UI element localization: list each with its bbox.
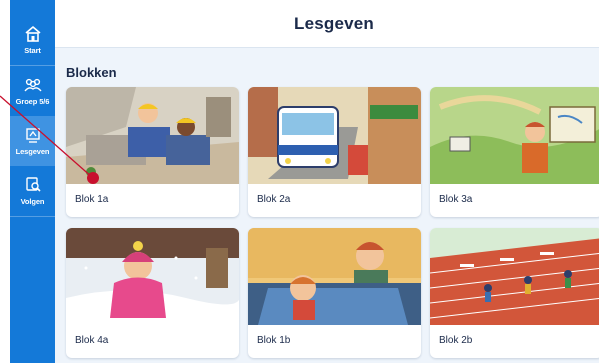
snow-child-illustration [66, 228, 239, 325]
group-icon [23, 78, 42, 92]
card-blok-3a[interactable]: Blok 3a [430, 87, 599, 217]
card-blok-2b[interactable]: Blok 2b [430, 228, 599, 358]
card-blok-2a[interactable]: Blok 2a [248, 87, 421, 217]
construction-workers-illustration [66, 87, 239, 184]
sidebar-item-label: Start [24, 46, 41, 55]
left-gutter [0, 0, 10, 363]
tram-street-illustration [248, 87, 421, 184]
track-icon [25, 177, 41, 192]
card-label: Blok 1b [257, 335, 291, 346]
sidebar-item-start[interactable]: Start [10, 15, 55, 65]
card-blok-4a[interactable]: Blok 4a [66, 228, 239, 358]
card-label: Blok 2b [439, 335, 473, 346]
sidebar-item-volgen[interactable]: Volgen [10, 166, 55, 216]
sidebar-item-groep[interactable]: Groep 5/6 [10, 66, 55, 116]
teach-icon [25, 128, 40, 143]
card-blok-1a[interactable]: Blok 1a [66, 87, 239, 217]
boy-in-car-illustration [248, 228, 421, 325]
home-icon [24, 26, 41, 42]
section-title: Blokken [66, 65, 117, 80]
sidebar-item-lesgeven[interactable]: Lesgeven [10, 116, 55, 166]
main-content: Lesgeven Blokken Blok 1a Blok 2a Blok 3a… [55, 0, 599, 363]
sidebar: Start Groep 5/6 Lesgeven Volgen [10, 0, 55, 363]
page-title: Lesgeven [293, 13, 375, 33]
map-reading-illustration [430, 87, 599, 184]
card-label: Blok 2a [257, 194, 291, 205]
card-label: Blok 4a [75, 335, 109, 346]
page-header: Lesgeven [55, 0, 599, 48]
sidebar-item-label: Volgen [20, 197, 45, 206]
card-label: Blok 3a [439, 194, 473, 205]
hurdles-race-illustration [430, 228, 599, 325]
card-blok-1b[interactable]: Blok 1b [248, 228, 421, 358]
sidebar-item-label: Lesgeven [15, 147, 50, 156]
card-label: Blok 1a [75, 194, 109, 205]
divider [10, 216, 55, 217]
sidebar-item-label: Groep 5/6 [15, 97, 50, 106]
